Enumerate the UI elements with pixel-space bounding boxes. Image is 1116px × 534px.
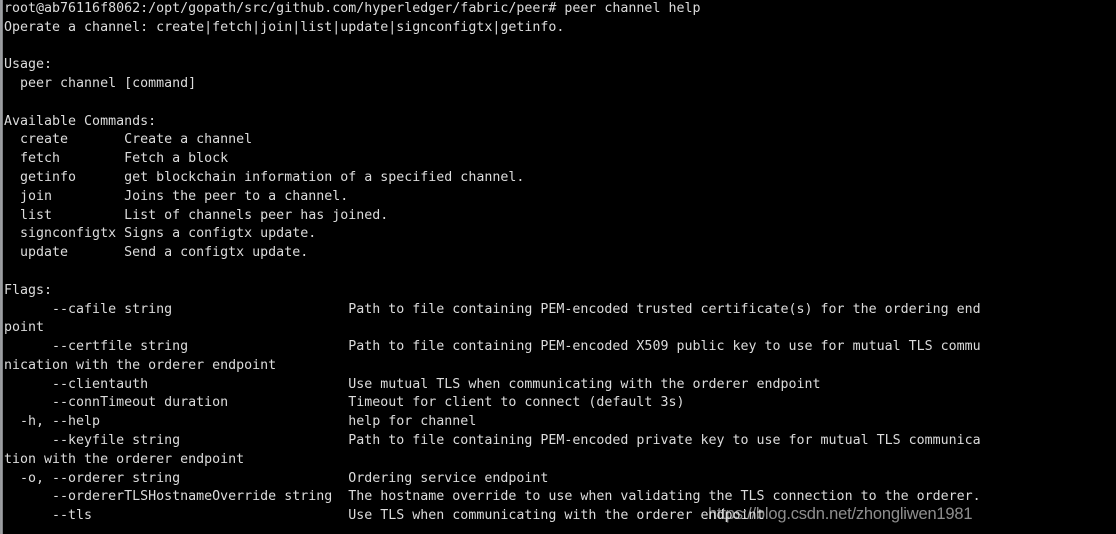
terminal-window[interactable]: root@ab76116f8062:/opt/gopath/src/github… bbox=[0, 0, 1116, 534]
terminal-output-text: root@ab76116f8062:/opt/gopath/src/github… bbox=[4, 1, 981, 524]
terminal-screen[interactable]: root@ab76116f8062:/opt/gopath/src/github… bbox=[4, 0, 1116, 534]
window-left-edge bbox=[0, 0, 3, 534]
